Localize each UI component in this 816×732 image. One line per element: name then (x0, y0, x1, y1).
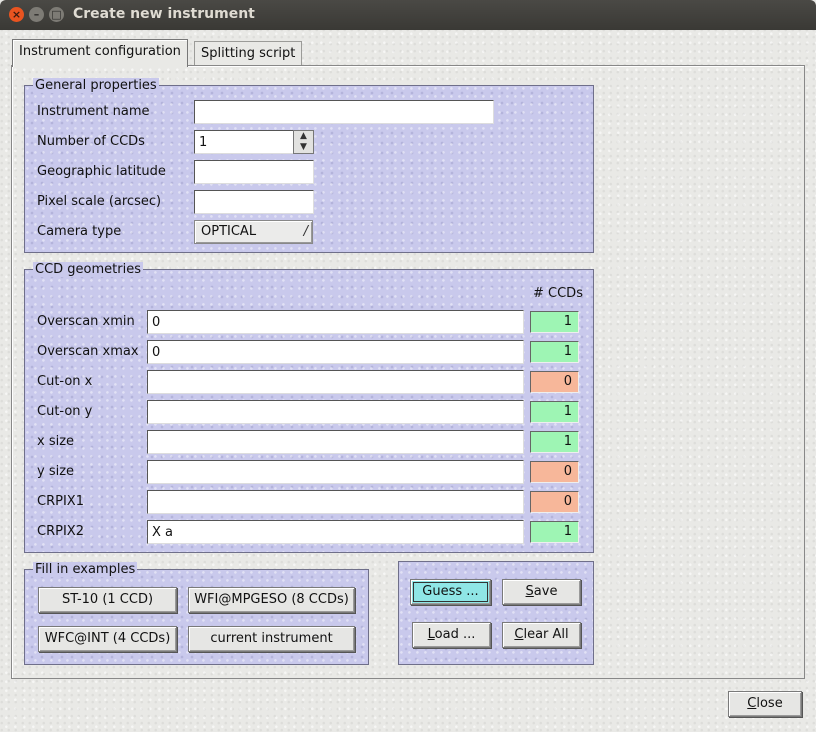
ccd-count-badge: 1 (530, 341, 579, 363)
latitude-label: Geographic latitude (37, 164, 166, 179)
ccd-count-badge: 0 (530, 491, 579, 513)
pixel-scale-input[interactable] (194, 190, 314, 214)
ccd-row-input[interactable] (147, 370, 524, 394)
general-properties-title: General properties (33, 78, 159, 93)
st10-example-button[interactable]: ST-10 (1 CCD) (38, 587, 177, 613)
tab-splitting-script[interactable]: Splitting script (194, 41, 303, 65)
ccd-row-label: Overscan xmax (37, 344, 139, 359)
ccd-row-input[interactable] (147, 520, 524, 544)
ccd-row-input[interactable] (147, 340, 524, 364)
ccd-geometries-title: CCD geometries (33, 262, 143, 277)
window-maximize-icon[interactable]: □ (49, 7, 64, 22)
tab-instrument-configuration[interactable]: Instrument configuration (12, 39, 188, 67)
window-close-icon[interactable]: × (9, 7, 24, 22)
spin-up-icon[interactable]: ▲ (294, 131, 313, 142)
close-button[interactable]: Close (728, 691, 802, 717)
actions-group (398, 561, 594, 665)
latitude-input[interactable] (194, 160, 314, 184)
guess-button[interactable]: Guess ... (410, 579, 491, 605)
window-minimize-icon[interactable]: – (29, 7, 44, 22)
camera-type-value: OPTICAL (201, 224, 257, 239)
ccd-count-badge: 1 (530, 521, 579, 543)
current-instrument-button[interactable]: current instrument (188, 626, 355, 652)
ccd-count-header: # CCDs (533, 286, 583, 301)
instrument-name-input[interactable] (194, 100, 494, 124)
wfi-example-button[interactable]: WFI@MPGESO (8 CCDs) (188, 587, 355, 613)
ccd-row-label: CRPIX2 (37, 524, 84, 539)
pixel-scale-label: Pixel scale (arcsec) (37, 194, 162, 209)
num-ccds-spinner[interactable]: ▲ ▼ (293, 130, 314, 154)
ccd-row-label: CRPIX1 (37, 494, 84, 509)
num-ccds-label: Number of CCDs (37, 134, 145, 149)
ccd-row-input[interactable] (147, 430, 524, 454)
ccd-row-label: Overscan xmin (37, 314, 135, 329)
fill-examples-title: Fill in examples (33, 562, 138, 577)
ccd-row-input[interactable] (147, 310, 524, 334)
camera-type-label: Camera type (37, 224, 122, 239)
ccd-row-label: Cut-on x (37, 374, 93, 389)
camera-type-select[interactable]: OPTICAL / (194, 220, 313, 244)
ccd-row-input[interactable] (147, 400, 524, 424)
clear-all-button[interactable]: Clear All (502, 622, 581, 648)
ccd-row-label: x size (37, 434, 75, 449)
wfc-example-button[interactable]: WFC@INT (4 CCDs) (38, 626, 177, 652)
load-button[interactable]: Load ... (412, 622, 491, 648)
ccd-row-input[interactable] (147, 490, 524, 514)
option-menu-indicator-icon: / (303, 224, 308, 239)
ccd-row-label: Cut-on y (37, 404, 93, 419)
instrument-name-label: Instrument name (37, 104, 150, 119)
ccd-count-badge: 0 (530, 371, 579, 393)
window-title: Create new instrument (73, 6, 255, 22)
ccd-count-badge: 0 (530, 461, 579, 483)
num-ccds-input[interactable] (194, 130, 294, 154)
ccd-row-label: y size (37, 464, 75, 479)
ccd-count-badge: 1 (530, 431, 579, 453)
save-button[interactable]: Save (502, 579, 581, 605)
ccd-count-badge: 1 (530, 401, 579, 423)
ccd-row-input[interactable] (147, 460, 524, 484)
spin-down-icon[interactable]: ▼ (294, 142, 313, 153)
title-bar: × – □ Create new instrument (0, 0, 816, 30)
ccd-count-badge: 1 (530, 311, 579, 333)
